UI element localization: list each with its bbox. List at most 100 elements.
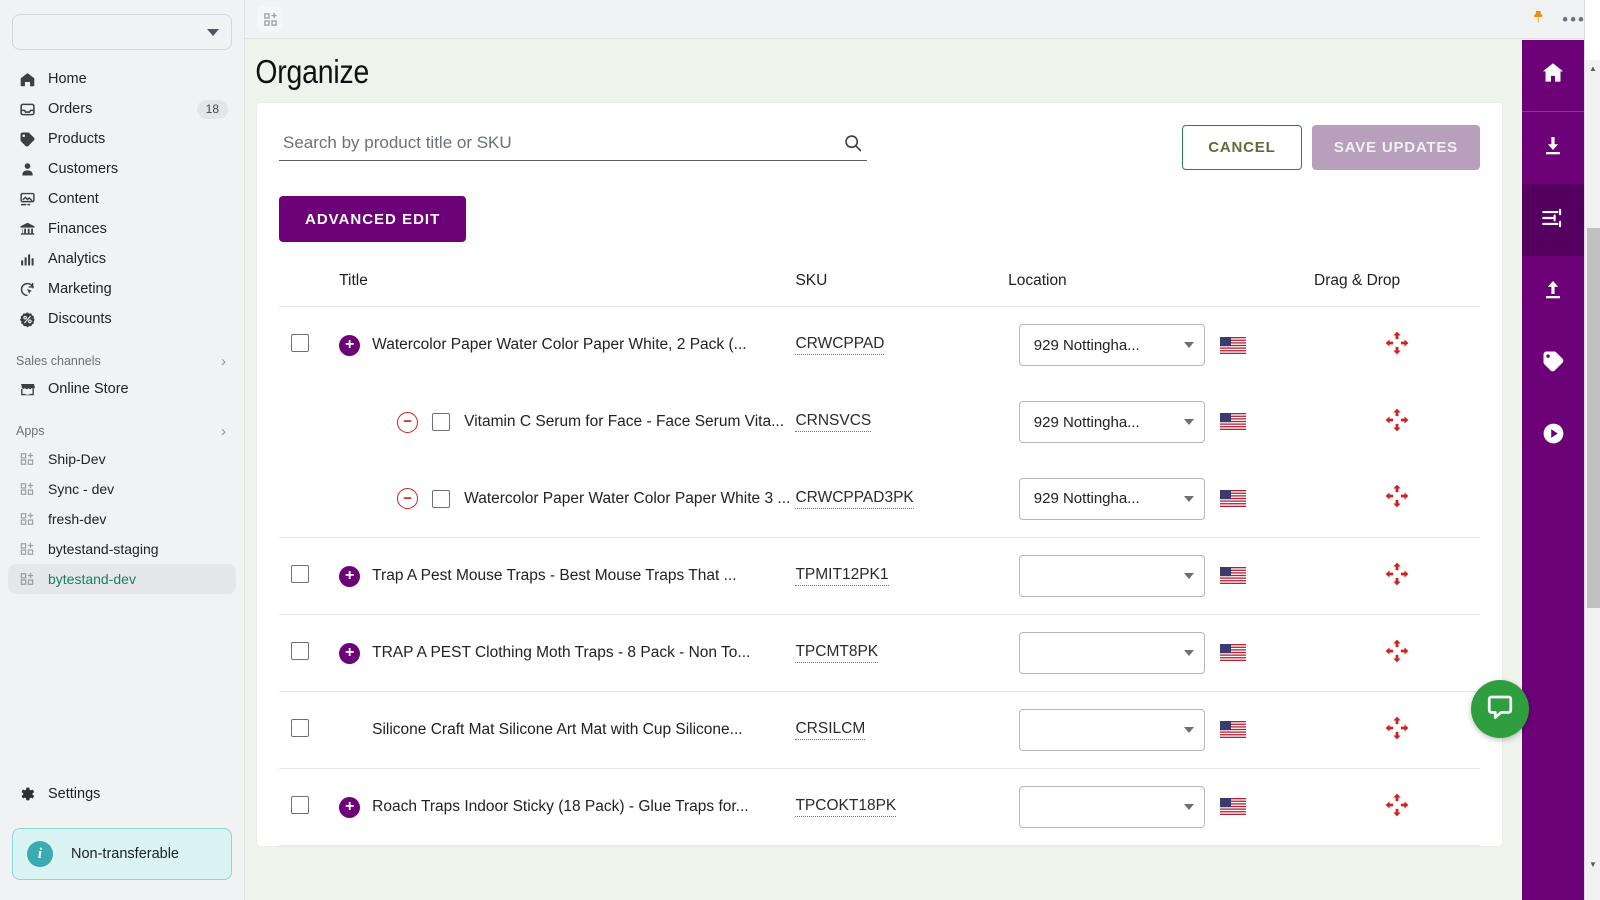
rail-item-upload[interactable]: [1522, 256, 1584, 328]
table-row[interactable]: + Trap A Pest Mouse Traps - Best Mouse T…: [279, 538, 1480, 615]
sidebar-item-customers[interactable]: Customers: [8, 154, 236, 184]
move-arrows-icon[interactable]: [1384, 561, 1410, 587]
move-arrows-icon[interactable]: [1384, 407, 1410, 433]
sidebar-item-label: Sync - dev: [48, 481, 115, 497]
chevron-right-icon: ›: [221, 352, 226, 370]
collapse-minus-icon[interactable]: −: [397, 488, 419, 510]
apps-label: Apps: [16, 424, 45, 438]
chat-button[interactable]: [1471, 680, 1529, 738]
location-select[interactable]: 929 Nottingha...: [1018, 324, 1205, 367]
rail-item-download[interactable]: [1522, 112, 1584, 184]
row-title-cell: + Roach Traps Indoor Sticky (18 Pack) - …: [339, 768, 796, 846]
location-select[interactable]: 929 Nottingha...: [1018, 401, 1205, 443]
row-sku: CRWCPPAD3PK: [795, 489, 914, 509]
row-title: Silicone Craft Mat Silicone Art Mat with…: [372, 721, 743, 738]
sidebar-item-discounts[interactable]: Discounts: [8, 304, 236, 334]
row-checkbox[interactable]: [432, 413, 451, 431]
table-row[interactable]: + Roach Traps Indoor Sticky (18 Pack) - …: [279, 768, 1480, 846]
row-checkbox[interactable]: [432, 489, 451, 508]
apps-section-header[interactable]: Apps ›: [8, 420, 236, 442]
sidebar-item-marketing[interactable]: Marketing: [8, 274, 236, 304]
row-location-cell: [1008, 692, 1215, 769]
move-arrows-icon[interactable]: [1384, 638, 1410, 664]
table-row[interactable]: − Vitamin C Serum for Face - Face Serum …: [279, 384, 1480, 461]
rail-item-home[interactable]: [1522, 40, 1584, 112]
row-title-cell: + Trap A Pest Mouse Traps - Best Mouse T…: [339, 538, 795, 615]
row-checkbox[interactable]: [291, 333, 309, 352]
sidebar-item-label: Online Store: [48, 381, 129, 397]
move-arrows-icon[interactable]: [1384, 715, 1410, 741]
rail-item-tags[interactable]: [1522, 328, 1584, 400]
search-input[interactable]: [283, 133, 843, 153]
row-title: Watercolor Paper Water Color Paper White…: [464, 489, 791, 507]
sidebar-item-bytestand-staging[interactable]: bytestand-staging: [8, 534, 236, 564]
us-flag-icon: [1219, 336, 1246, 354]
apps-add-grid-icon[interactable]: [257, 6, 283, 32]
th-select: [279, 272, 339, 307]
more-horizontal-icon[interactable]: •••: [1562, 11, 1586, 28]
row-location-cell: [1008, 538, 1215, 615]
pin-icon[interactable]: [1531, 9, 1546, 30]
search-box[interactable]: [279, 131, 867, 161]
row-checkbox[interactable]: [291, 641, 309, 660]
row-select-cell: [279, 692, 339, 769]
sidebar-item-bytestand-dev[interactable]: bytestand-dev: [8, 564, 236, 594]
sidebar-item-content[interactable]: Content: [8, 184, 236, 214]
save-updates-button[interactable]: SAVE UPDATES: [1311, 125, 1480, 170]
collapse-minus-icon[interactable]: −: [397, 411, 419, 433]
page-title: Organize: [255, 53, 370, 90]
location-select[interactable]: 929 Nottingha...: [1018, 477, 1205, 520]
sidebar-item-ship-dev[interactable]: Ship-Dev: [8, 444, 236, 474]
scroll-up-arrow-icon[interactable]: ▲: [1585, 60, 1600, 76]
sidebar-item-analytics[interactable]: Analytics: [8, 244, 236, 274]
row-title-cell: + TRAP A PEST Clothing Moth Traps - 8 Pa…: [339, 615, 795, 692]
location-select[interactable]: [1018, 632, 1205, 674]
row-select-cell: [279, 460, 340, 538]
sidebar-item-label: Finances: [48, 221, 107, 237]
expand-plus-icon[interactable]: +: [339, 334, 361, 356]
chevron-down-icon: [1183, 495, 1194, 502]
move-arrows-icon[interactable]: [1384, 330, 1410, 356]
row-title: Roach Traps Indoor Sticky (18 Pack) - Gl…: [372, 798, 749, 815]
sidebar-item-fresh-dev[interactable]: fresh-dev: [8, 504, 236, 534]
location-select[interactable]: [1018, 786, 1205, 828]
main-area: ••• Organize CANCEL SAVE UPDATES: [245, 0, 1600, 900]
expand-plus-icon[interactable]: +: [339, 642, 361, 664]
cancel-button[interactable]: CANCEL: [1181, 125, 1302, 170]
app-root: Home Orders 18 Products Customers Conten…: [0, 0, 1600, 900]
table-row[interactable]: Silicone Craft Mat Silicone Art Mat with…: [279, 691, 1480, 769]
finances-bank-icon: [16, 219, 38, 239]
sidebar-item-orders[interactable]: Orders 18: [8, 94, 236, 124]
search-icon[interactable]: [843, 133, 863, 153]
sidebar-item-finances[interactable]: Finances: [8, 214, 236, 244]
row-checkbox[interactable]: [291, 564, 309, 583]
row-checkbox[interactable]: [291, 795, 309, 814]
scrollbar-thumb[interactable]: [1587, 228, 1600, 608]
sidebar-item-home[interactable]: Home: [8, 64, 236, 94]
move-arrows-icon[interactable]: [1384, 483, 1410, 509]
sales-channels-section-header[interactable]: Sales channels ›: [8, 350, 236, 372]
table-row[interactable]: − Watercolor Paper Water Color Paper Whi…: [279, 460, 1480, 538]
location-select[interactable]: [1018, 555, 1205, 597]
expand-plus-icon[interactable]: +: [339, 796, 361, 818]
store-selector[interactable]: [12, 14, 232, 50]
row-checkbox[interactable]: [291, 718, 309, 737]
move-arrows-icon[interactable]: [1384, 792, 1410, 818]
app-icon: [16, 479, 38, 499]
sidebar-item-products[interactable]: Products: [8, 124, 236, 154]
location-select[interactable]: [1018, 709, 1205, 751]
rail-item-videos[interactable]: [1522, 400, 1584, 472]
table-row[interactable]: + Watercolor Paper Water Color Paper Whi…: [279, 306, 1480, 384]
sidebar-item-settings[interactable]: Settings: [8, 778, 236, 810]
expand-plus-icon[interactable]: +: [339, 565, 361, 587]
browser-scrollbar[interactable]: ▲ ▼: [1584, 0, 1600, 900]
us-flag-icon: [1219, 721, 1246, 739]
advanced-edit-button[interactable]: ADVANCED EDIT: [279, 196, 467, 242]
scroll-down-arrow-icon[interactable]: ▼: [1585, 856, 1600, 872]
rail-item-organize[interactable]: [1522, 184, 1584, 256]
sidebar-item-label: Home: [48, 71, 87, 87]
non-transferable-notice: i Non-transferable: [12, 828, 232, 880]
table-row[interactable]: + TRAP A PEST Clothing Moth Traps - 8 Pa…: [279, 614, 1480, 692]
sidebar-item-online-store[interactable]: Online Store: [8, 374, 236, 404]
sidebar-item-sync-dev[interactable]: Sync - dev: [8, 474, 236, 504]
